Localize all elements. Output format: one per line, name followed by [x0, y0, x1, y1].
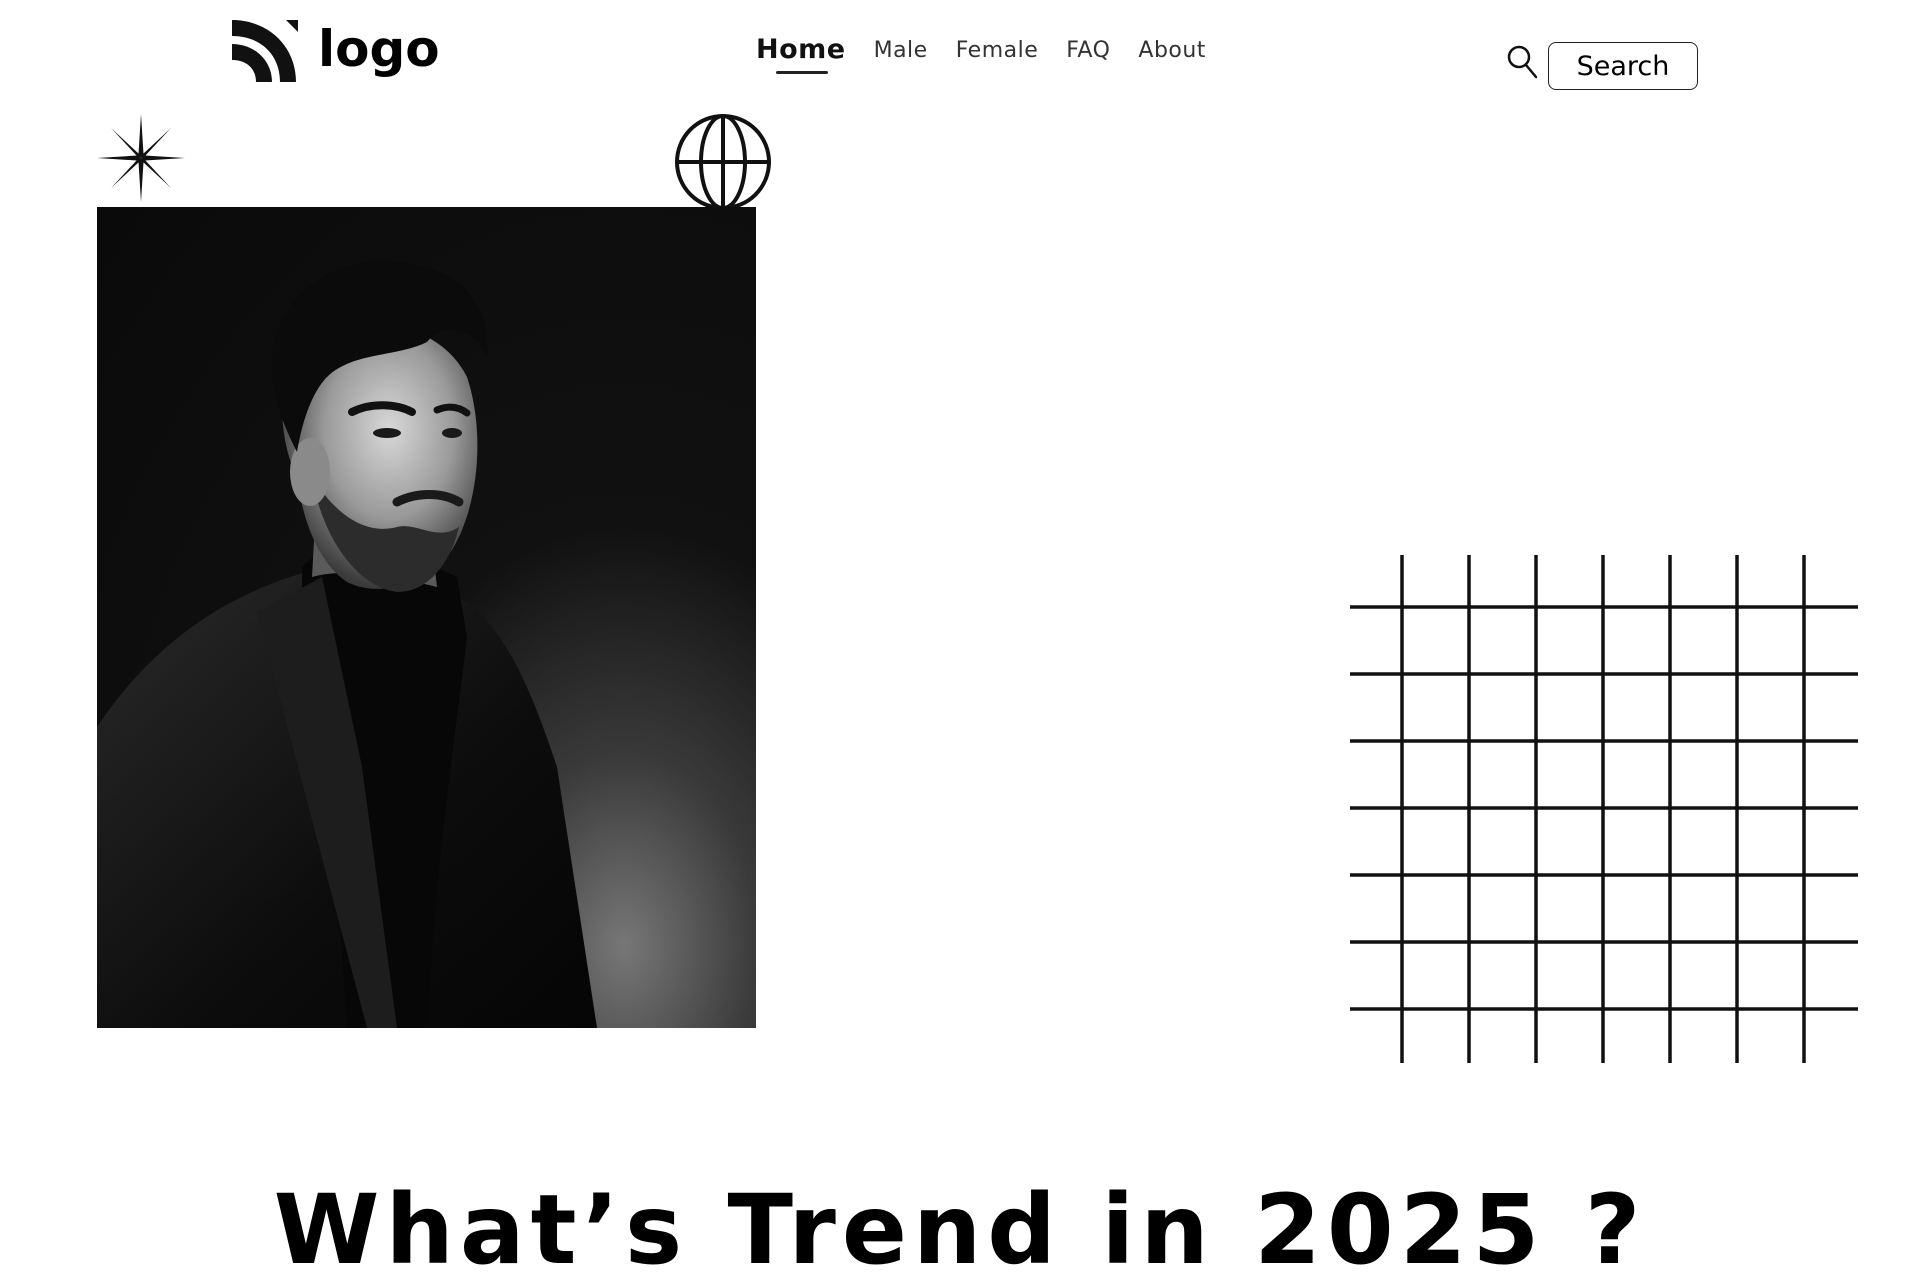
- hero-headline: What’s Trend in 2025 ?: [273, 1174, 1647, 1286]
- nav-item-home[interactable]: Home: [756, 34, 846, 74]
- nav-item-about[interactable]: About: [1138, 38, 1206, 63]
- search-icon[interactable]: [1506, 44, 1538, 80]
- nav-item-label: Female: [955, 38, 1039, 63]
- globe-icon: [675, 114, 771, 210]
- site-header: logo Home Male Female FAQ About Search: [0, 0, 1920, 100]
- active-indicator: [776, 71, 828, 74]
- grid-pattern-icon: [1350, 555, 1858, 1063]
- logo-link[interactable]: logo: [228, 16, 440, 86]
- logo-text: logo: [318, 20, 440, 78]
- nav-item-faq[interactable]: FAQ: [1066, 38, 1110, 63]
- nav-item-label: About: [1138, 38, 1206, 63]
- nav-item-label: FAQ: [1066, 38, 1111, 63]
- sparkle-icon: [97, 114, 185, 202]
- nav-item-label: Male: [873, 38, 928, 63]
- logo-mark-icon: [232, 20, 298, 82]
- nav-item-male[interactable]: Male: [874, 38, 928, 63]
- hero-portrait-image: [97, 207, 756, 1028]
- main-nav: Home Male Female FAQ About: [756, 34, 1206, 74]
- search-button[interactable]: Search: [1548, 42, 1698, 90]
- portrait-figure: [97, 260, 597, 1028]
- nav-item-label: Home: [756, 34, 846, 65]
- nav-item-female[interactable]: Female: [956, 38, 1039, 63]
- search-area: Search: [1506, 40, 1698, 90]
